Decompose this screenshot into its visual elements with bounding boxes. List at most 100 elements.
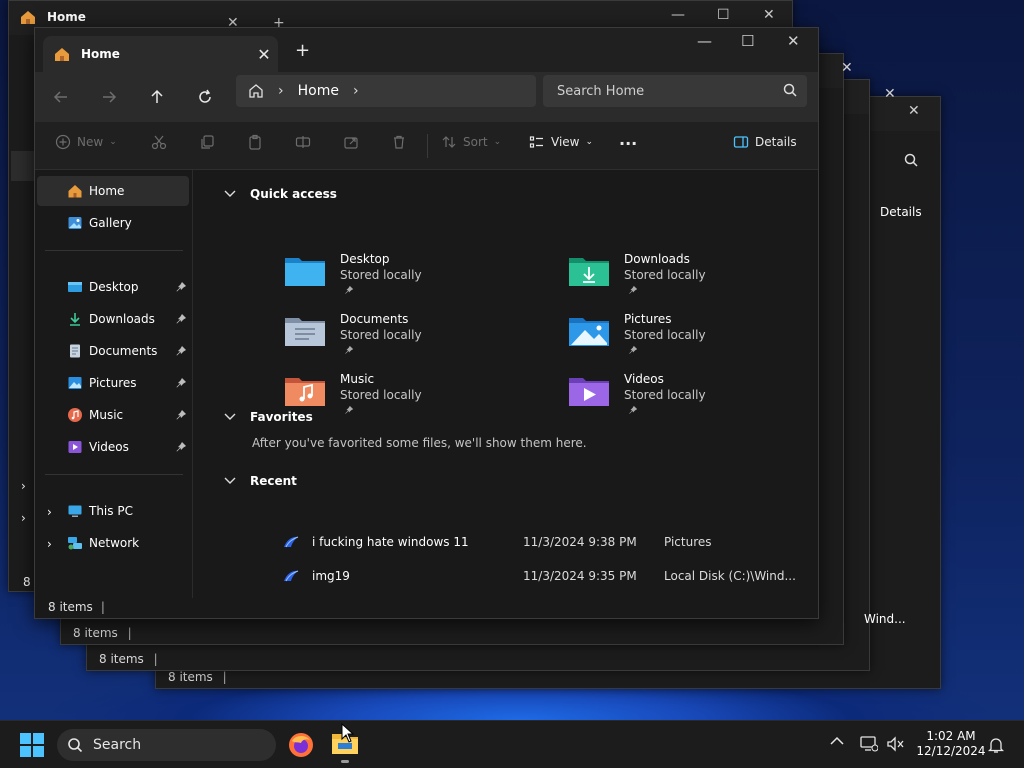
breadcrumb-home[interactable]: Home [298, 83, 339, 99]
chevron-down-icon: ⌄ [109, 137, 117, 147]
favorites-header[interactable]: Favorites [224, 410, 313, 424]
firefox-icon[interactable] [288, 732, 314, 761]
system-clock[interactable]: 1:02 AM 12/12/2024 [915, 729, 987, 759]
quick-access-item-pictures[interactable]: Pictures Stored locally [567, 310, 807, 364]
address-bar[interactable]: › Home › [236, 75, 536, 107]
quick-access-item-desktop[interactable]: Desktop Stored locally [283, 250, 523, 304]
pin-icon [629, 345, 638, 354]
notification-bell-icon[interactable] [987, 736, 1005, 757]
file-explorer-window[interactable]: Home ✕ + — ☐ ✕ › Home › Search Home New … [34, 27, 819, 619]
quick-access-header[interactable]: Quick access [224, 187, 337, 201]
pin-icon[interactable] [175, 345, 187, 357]
recent-row[interactable]: img19 11/3/2024 9:35 PM Local Disk (C:)\… [282, 563, 802, 589]
delete-icon[interactable] [391, 134, 407, 150]
pictures-folder-icon [569, 318, 609, 346]
minimize-icon[interactable]: — [671, 7, 685, 23]
more-options-icon[interactable]: ··· [619, 134, 637, 153]
close-icon[interactable]: ✕ [841, 60, 853, 76]
copy-icon[interactable] [199, 134, 215, 150]
chevron-right-icon[interactable]: › [21, 479, 26, 493]
view-icon [529, 136, 543, 148]
up-arrow-icon[interactable] [146, 86, 168, 108]
cut-icon[interactable] [151, 134, 167, 150]
minimize-icon[interactable]: — [697, 32, 712, 50]
status-bar: 8 items | [35, 598, 818, 618]
image-file-icon [284, 570, 299, 582]
taskbar-search[interactable]: Search [57, 729, 276, 761]
close-icon[interactable]: ✕ [763, 7, 775, 23]
sidebar-item-home[interactable]: Home [37, 176, 189, 206]
pin-icon[interactable] [175, 409, 187, 421]
pin-icon[interactable] [175, 377, 187, 389]
quick-access-item-downloads[interactable]: Downloads Stored locally [567, 250, 807, 304]
chevron-right-icon[interactable]: › [278, 83, 284, 99]
status-bar: 8 items [73, 626, 132, 640]
new-tab-icon[interactable]: + [295, 40, 310, 61]
taskbar: Search 1:02 AM 12/12/2024 [0, 720, 1024, 768]
volume-muted-icon[interactable] [886, 736, 904, 755]
new-button[interactable]: New ⌄ [55, 134, 117, 150]
close-tab-icon[interactable]: ✕ [250, 45, 278, 64]
chevron-right-icon[interactable]: › [47, 537, 52, 551]
maximize-icon[interactable]: ☐ [717, 7, 730, 23]
view-button[interactable]: View ⌄ [529, 134, 593, 150]
sidebar-item-videos[interactable]: Videos [37, 432, 189, 462]
mouse-cursor-icon [341, 723, 355, 743]
quick-access-item-music[interactable]: Music Stored locally [283, 370, 523, 424]
sidebar-item-desktop[interactable]: Desktop [37, 272, 189, 302]
chevron-up-icon[interactable] [830, 735, 844, 749]
pin-icon[interactable] [175, 281, 187, 293]
sidebar-item-pictures[interactable]: Pictures [37, 368, 189, 398]
network-status-icon[interactable] [860, 736, 879, 755]
chevron-right-icon[interactable]: › [353, 83, 359, 99]
home-outline-icon [249, 84, 263, 98]
tab-home[interactable]: Home ✕ [43, 36, 278, 72]
sidebar-item-documents[interactable]: Documents [37, 336, 189, 366]
recent-header[interactable]: Recent [224, 474, 297, 488]
quick-access-item-documents[interactable]: Documents Stored locally [283, 310, 523, 364]
sidebar-item-this-pc[interactable]: › This PC [37, 496, 189, 526]
plus-circle-icon [55, 134, 71, 150]
close-icon[interactable]: ✕ [908, 103, 920, 119]
sidebar-divider [45, 250, 183, 251]
pin-icon[interactable] [175, 441, 187, 453]
back-arrow-icon[interactable] [50, 86, 72, 108]
share-icon[interactable] [343, 134, 359, 150]
maximize-icon[interactable]: ☐ [741, 32, 754, 50]
search-icon [783, 83, 797, 97]
sidebar-item-gallery[interactable]: Gallery [37, 208, 189, 238]
search-icon[interactable] [904, 153, 918, 170]
chevron-right-icon[interactable]: › [21, 511, 26, 525]
sort-icon [442, 136, 456, 148]
recent-location-cell: Wind... [864, 612, 906, 626]
chevron-right-icon[interactable]: › [47, 505, 52, 519]
tab[interactable]: Home [19, 9, 86, 25]
start-button[interactable] [20, 733, 44, 760]
sidebar-item-network[interactable]: › Network [37, 528, 189, 558]
search-input[interactable]: Search Home [543, 75, 807, 107]
sidebar-item-downloads[interactable]: Downloads [37, 304, 189, 334]
quick-access-item-videos[interactable]: Videos Stored locally [567, 370, 807, 424]
pin-icon[interactable] [175, 313, 187, 325]
sidebar-selected-item[interactable] [11, 151, 35, 181]
rename-icon[interactable] [295, 134, 311, 150]
close-icon[interactable]: ✕ [884, 86, 896, 102]
desktop-folder-icon [68, 282, 82, 292]
details-button[interactable]: Details [733, 134, 797, 150]
paste-icon[interactable] [247, 134, 263, 150]
pin-icon [629, 405, 638, 414]
close-window-icon[interactable]: ✕ [787, 32, 800, 50]
gallery-icon [68, 217, 82, 229]
chevron-down-icon: ⌄ [585, 137, 594, 147]
recent-row[interactable]: i fucking hate windows 11 11/3/2024 9:38… [282, 529, 802, 555]
desktop-wallpaper: ✕ Details 8 items ✕ 8 items ✕ Wind... 8 … [0, 0, 1024, 720]
sidebar-item-music[interactable]: Music [37, 400, 189, 430]
computer-icon [68, 505, 82, 517]
sort-button[interactable]: Sort ⌄ [441, 134, 501, 150]
details-button[interactable]: Details [880, 205, 922, 219]
refresh-icon[interactable] [194, 86, 216, 108]
command-bar: New ⌄ Sort ⌄ View ⌄ ··· Details [35, 122, 818, 170]
forward-arrow-icon[interactable] [98, 86, 120, 108]
home-icon [55, 48, 69, 61]
chevron-down-icon [224, 477, 236, 484]
